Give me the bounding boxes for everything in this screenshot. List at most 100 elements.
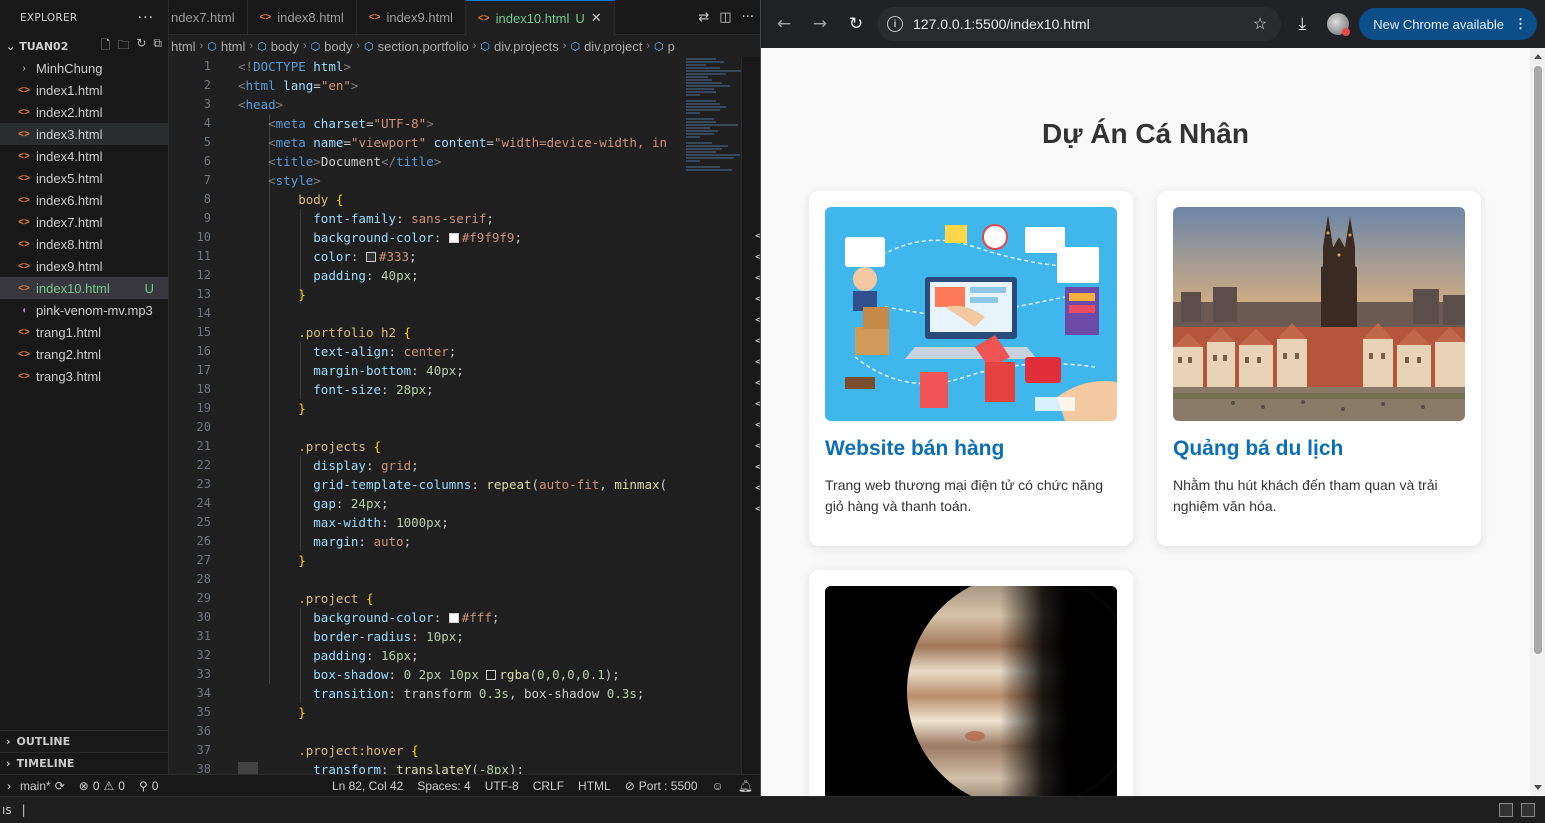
file-item[interactable]: <> trang2.html [0, 343, 168, 365]
minimap-line [686, 100, 716, 102]
file-item[interactable]: <> index8.html [0, 233, 168, 255]
indentation[interactable]: Spaces: 4 [410, 779, 477, 793]
notifications-indicator[interactable]: 🔔︎ [731, 779, 760, 793]
file-item[interactable]: <> trang3.html [0, 365, 168, 387]
element-icon: ⬡ [207, 40, 217, 53]
tab-index8[interactable]: <> index8.html [248, 0, 357, 35]
problems-indicator[interactable]: ⊗ 0 ⚠ 0 [72, 779, 132, 793]
cursor-position[interactable]: Ln 82, Col 42 [325, 779, 410, 793]
panel-marker [742, 645, 760, 666]
split-editor-icon[interactable]: ◫ [719, 10, 731, 25]
project-card[interactable] [809, 570, 1133, 796]
kebab-menu-icon[interactable]: ⋮ [1514, 16, 1527, 32]
file-item[interactable]: <> index2.html [0, 101, 168, 123]
code-editor[interactable]: 1 2 3 4 5 6 7 8 9 10 11 12 13 14 15 16 17 18 19 20 21 22 23 24 2… [169, 57, 760, 774]
breadcrumb-item[interactable]: html [171, 39, 196, 54]
file-item[interactable]: <> trang1.html [0, 321, 168, 343]
copilot-indicator[interactable]: ☺ [705, 779, 731, 793]
terminal-cursor[interactable]: | [22, 803, 26, 817]
profile-button[interactable] [1323, 9, 1353, 39]
color-swatch[interactable] [486, 670, 497, 680]
file-item[interactable]: <> index4.html [0, 145, 168, 167]
breadcrumb-item[interactable]: body [271, 39, 299, 54]
file-item[interactable]: ◖ pink-venom-mv.mp3 [0, 299, 168, 321]
color-swatch[interactable] [365, 252, 376, 262]
ports-indicator[interactable]: ⚲ 0 [132, 779, 165, 793]
address-bar[interactable]: i 127.0.0.1:5500/index10.html ☆ [877, 7, 1282, 41]
language-mode[interactable]: HTML [571, 779, 618, 793]
more-actions-icon[interactable]: ··· [138, 10, 154, 26]
more-actions-icon[interactable]: ··· [742, 10, 754, 25]
color-swatch[interactable] [448, 233, 459, 243]
folder-item[interactable]: › MinhChung [0, 57, 168, 79]
scrollbar-thumb[interactable] [1534, 66, 1542, 654]
close-icon[interactable]: ✕ [591, 10, 602, 26]
line-number: 26 [196, 534, 211, 548]
branch-indicator[interactable]: main* ⟳ [13, 779, 72, 793]
remote-indicator[interactable]: › [0, 779, 13, 793]
site-info-icon[interactable]: i [887, 16, 903, 32]
refresh-icon[interactable]: ↻ [136, 36, 146, 57]
timeline-section[interactable]: › TIMELINE [0, 752, 169, 774]
file-item[interactable]: <> index10.html U [0, 277, 168, 299]
scroll-down-arrow-icon[interactable] [1534, 785, 1542, 790]
arrow-left-icon: ← [776, 14, 792, 34]
file-item[interactable]: <> index6.html [0, 189, 168, 211]
file-item[interactable]: <> index3.html [0, 123, 168, 145]
code-line: max-width: 1000px; [313, 515, 449, 530]
downloads-button[interactable]: ⤓ [1287, 9, 1317, 39]
scroll-up-arrow-icon[interactable] [1534, 54, 1542, 59]
line-number: 16 [196, 344, 211, 358]
new-file-icon[interactable]: 🗋 [101, 36, 111, 57]
project-card[interactable]: Quảng bá du lịch Nhằm thu hút khách đến … [1157, 191, 1481, 546]
new-chrome-available-button[interactable]: New Chrome available ⋮ [1359, 8, 1537, 40]
editor-actions: ⇄ ◫ ··· [698, 0, 760, 34]
breadcrumb-item[interactable]: body [324, 39, 352, 54]
file-item[interactable]: <> index1.html [0, 79, 168, 101]
project-card[interactable]: Website bán hàng Trang web thương mại đi… [809, 191, 1133, 546]
workspace-folder[interactable]: ⌄ TUAN02 🗋 🗀 ↻ ⧉ [0, 35, 168, 57]
outline-section[interactable]: › OUTLINE [0, 730, 169, 752]
line-number: 8 [203, 192, 211, 206]
tab-index10[interactable]: <> index10.html U ✕ [465, 0, 615, 35]
panel-marker: < [755, 355, 762, 368]
panel-marker: < [755, 418, 762, 431]
horizontal-scrollbar[interactable] [238, 762, 258, 774]
reload-button[interactable]: ↻ [841, 9, 871, 39]
file-item[interactable]: <> index9.html [0, 255, 168, 277]
panel-marker [742, 666, 760, 687]
code-line: } [298, 553, 306, 568]
color-swatch[interactable] [448, 613, 459, 623]
bookmark-star-icon[interactable]: ☆ [1253, 14, 1267, 34]
file-item[interactable]: <> index5.html [0, 167, 168, 189]
file-name: index9.html [36, 258, 103, 274]
file-name: index3.html [36, 126, 103, 142]
collapse-all-icon[interactable]: ⧉ [153, 36, 162, 57]
breadcrumb-item[interactable]: p [668, 39, 675, 54]
new-folder-icon[interactable]: 🗀 [117, 36, 129, 57]
compare-changes-icon[interactable]: ⇄ [698, 10, 709, 25]
tab-index9[interactable]: <> index9.html [357, 0, 466, 35]
back-button[interactable]: ← [769, 9, 799, 39]
line-ending[interactable]: CRLF [526, 779, 571, 793]
forward-button[interactable]: → [805, 9, 835, 39]
encoding[interactable]: UTF-8 [478, 779, 526, 793]
page-scrollbar[interactable] [1530, 48, 1545, 796]
minimap[interactable] [686, 57, 746, 237]
live-server-port[interactable]: ⊘ Port : 5500 [618, 779, 705, 793]
file-item[interactable]: <> index7.html [0, 211, 168, 233]
minimap-line [686, 121, 716, 123]
breadcrumb-item[interactable]: div.project [584, 39, 642, 54]
panel-layout-icon[interactable] [1499, 803, 1513, 817]
code-line: background-color: #fff; [313, 610, 500, 625]
breadcrumb-item[interactable]: section.portfolio [378, 39, 469, 54]
panel-marker: < [755, 271, 762, 284]
timeline-label: TIMELINE [16, 757, 75, 770]
breadcrumb-item[interactable]: html [221, 39, 246, 54]
html-file-icon: <> [18, 238, 30, 250]
breadcrumb-item[interactable]: div.projects [494, 39, 559, 54]
panel-layout-icon[interactable] [1521, 803, 1535, 817]
tab-index7[interactable]: ndex7.html [169, 0, 248, 35]
explorer-header: EXPLORER ··· [0, 0, 168, 35]
